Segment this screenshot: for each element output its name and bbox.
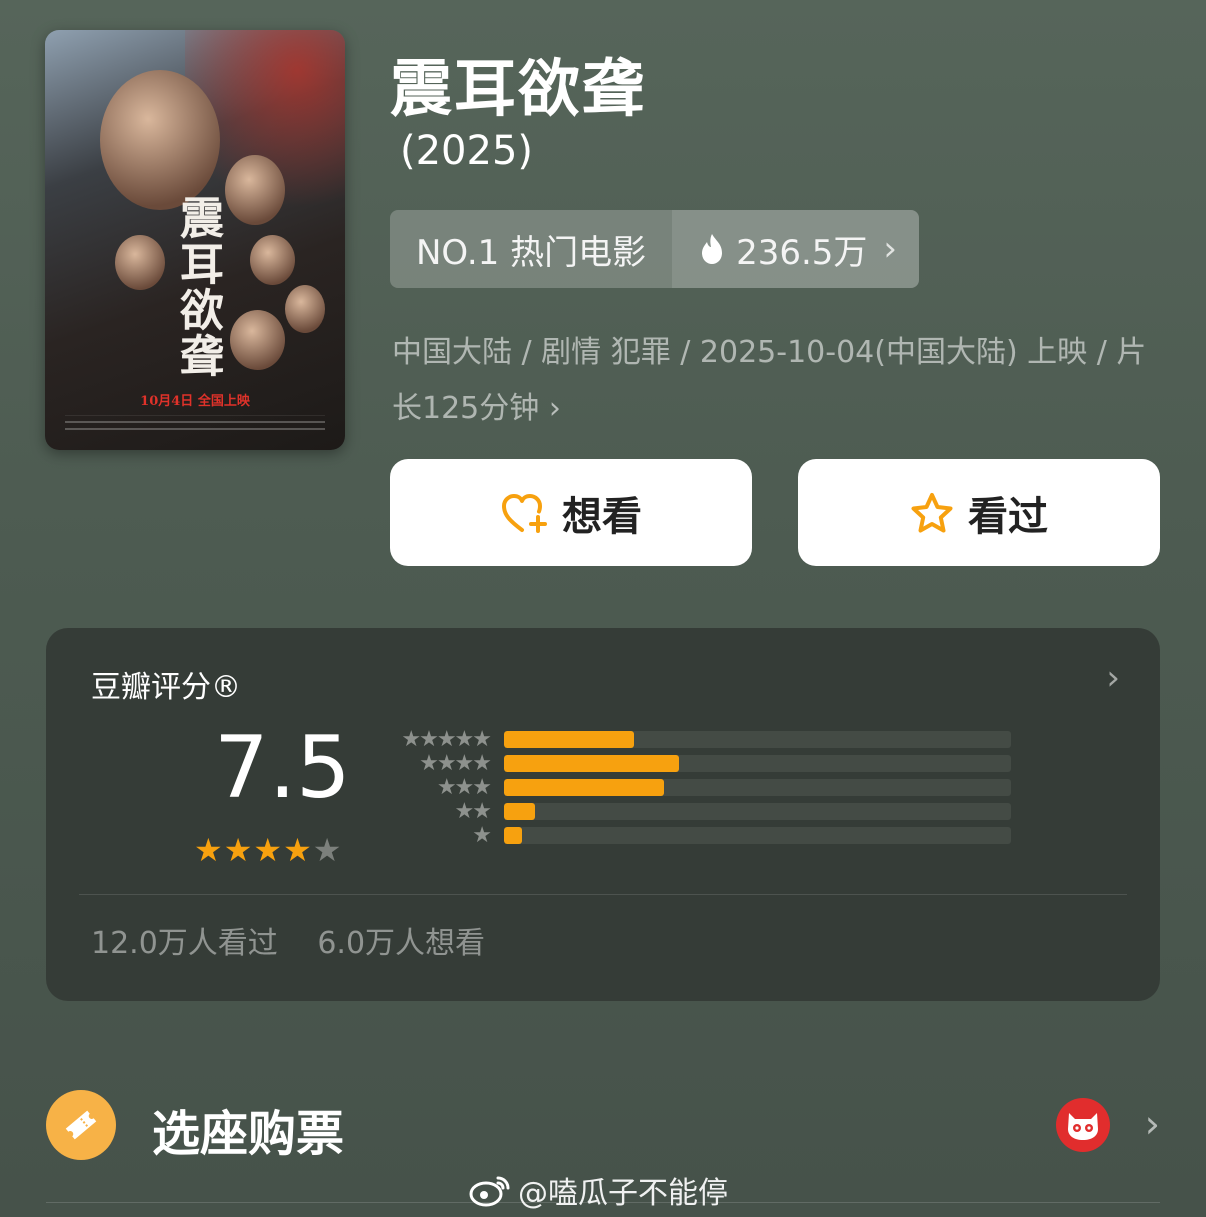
rating-bar-stars: ★★★ xyxy=(436,775,492,800)
seen-count: 12.0万人看过 xyxy=(91,926,278,961)
rating-divider xyxy=(79,894,1127,895)
movie-meta-text: 中国大陆 / 剧情 犯罪 / 2025-10-04(中国大陆) 上映 / 片长1… xyxy=(392,335,1147,426)
want-count: 6.0万人想看 xyxy=(317,926,486,961)
rank-label: NO.1 热门电影 xyxy=(390,210,673,288)
rating-card[interactable]: 豆瓣评分® › 7.5 ★ ★ ★ ★ ★ ★★★★★ ★★★★ ★★★ ★★ ★ 12.0万人… xyxy=(46,628,1160,1001)
watermark-text: @嗑瓜子不能停 xyxy=(518,1176,728,1211)
star-filled-icon: ★ xyxy=(194,831,223,869)
rating-bar-track xyxy=(504,731,1011,748)
rating-bar-track xyxy=(504,779,1011,796)
star-empty-icon: ★ xyxy=(312,831,342,869)
poster-credits xyxy=(65,415,325,440)
rating-bar-fill xyxy=(504,731,635,748)
star-filled-icon: ★ xyxy=(253,831,283,869)
rating-bar-row: ★ xyxy=(384,824,1011,848)
movie-title: 震耳欲聋 xyxy=(390,52,647,125)
flame-icon xyxy=(702,234,723,264)
poster-face-2 xyxy=(225,155,285,225)
star-filled-icon: ★ xyxy=(223,831,253,869)
rating-bar-stars: ★★ xyxy=(454,799,492,824)
rating-bar-track xyxy=(504,827,1011,844)
buy-ticket-label: 选座购票 xyxy=(152,1106,345,1162)
ticket-icon xyxy=(46,1090,116,1160)
rating-bar-stars: ★ xyxy=(472,823,492,848)
buy-ticket-row[interactable]: 选座购票 › xyxy=(46,1090,1160,1170)
rating-arrow-icon[interactable]: › xyxy=(1106,658,1120,698)
rating-bar-row: ★★★★ xyxy=(384,752,1011,776)
rating-bar-fill xyxy=(504,803,535,820)
want-to-watch-button[interactable]: 想看 xyxy=(390,459,752,566)
rating-bar-fill xyxy=(504,755,679,772)
rating-bar-fill xyxy=(504,827,522,844)
rating-bar-track xyxy=(504,803,1011,820)
movie-poster[interactable]: 震耳欲聋 10月4日 全国上映 xyxy=(45,30,345,450)
poster-face-4 xyxy=(115,235,165,290)
rating-stars: ★ ★ ★ ★ ★ xyxy=(194,833,342,867)
star-outline-icon xyxy=(911,492,953,532)
seen-button[interactable]: 看过 xyxy=(798,459,1160,566)
poster-release-date: 10月4日 全国上映 xyxy=(140,394,250,409)
movie-meta[interactable]: 中国大陆 / 剧情 犯罪 / 2025-10-04(中国大陆) 上映 / 片长1… xyxy=(392,325,1172,437)
weibo-watermark: @嗑瓜子不能停 xyxy=(468,1168,728,1212)
rating-bar-row: ★★★ xyxy=(384,776,1011,800)
meta-chevron-icon: › xyxy=(548,391,561,426)
rank-pill[interactable]: NO.1 热门电影 236.5万 › xyxy=(390,210,920,288)
maoyan-cat-logo-icon xyxy=(1056,1098,1110,1152)
heart-plus-icon xyxy=(502,493,547,533)
weibo-logo-icon xyxy=(469,1176,510,1207)
rating-bar-row: ★★ xyxy=(384,800,1011,824)
rating-label: 豆瓣评分® xyxy=(91,670,241,705)
star-filled-icon: ★ xyxy=(283,831,312,869)
rating-bar-track xyxy=(504,755,1011,772)
rating-score: 7.5 xyxy=(214,718,351,818)
seen-label: 看过 xyxy=(968,493,1048,540)
movie-year: (2025) xyxy=(400,128,534,174)
poster-face-main xyxy=(100,70,220,210)
ticket-chevron-icon: › xyxy=(1144,1102,1160,1146)
heat-chevron-icon: › xyxy=(883,229,898,269)
heat-value: 236.5万 xyxy=(736,232,868,273)
rating-bar-fill xyxy=(504,779,665,796)
rating-bar-stars: ★★★★★ xyxy=(401,727,492,752)
want-label: 想看 xyxy=(562,493,642,540)
rating-counts: 12.0万人看过 6.0万人想看 xyxy=(91,918,515,962)
poster-title: 震耳欲聋 xyxy=(172,195,223,379)
poster-face-5 xyxy=(230,310,285,370)
poster-face-3 xyxy=(250,235,295,285)
rating-bar-stars: ★★★★ xyxy=(419,751,492,776)
rating-bar-row: ★★★★★ xyxy=(384,728,1011,752)
heat-section[interactable]: 236.5万 › xyxy=(672,210,920,288)
poster-face-6 xyxy=(285,285,325,333)
